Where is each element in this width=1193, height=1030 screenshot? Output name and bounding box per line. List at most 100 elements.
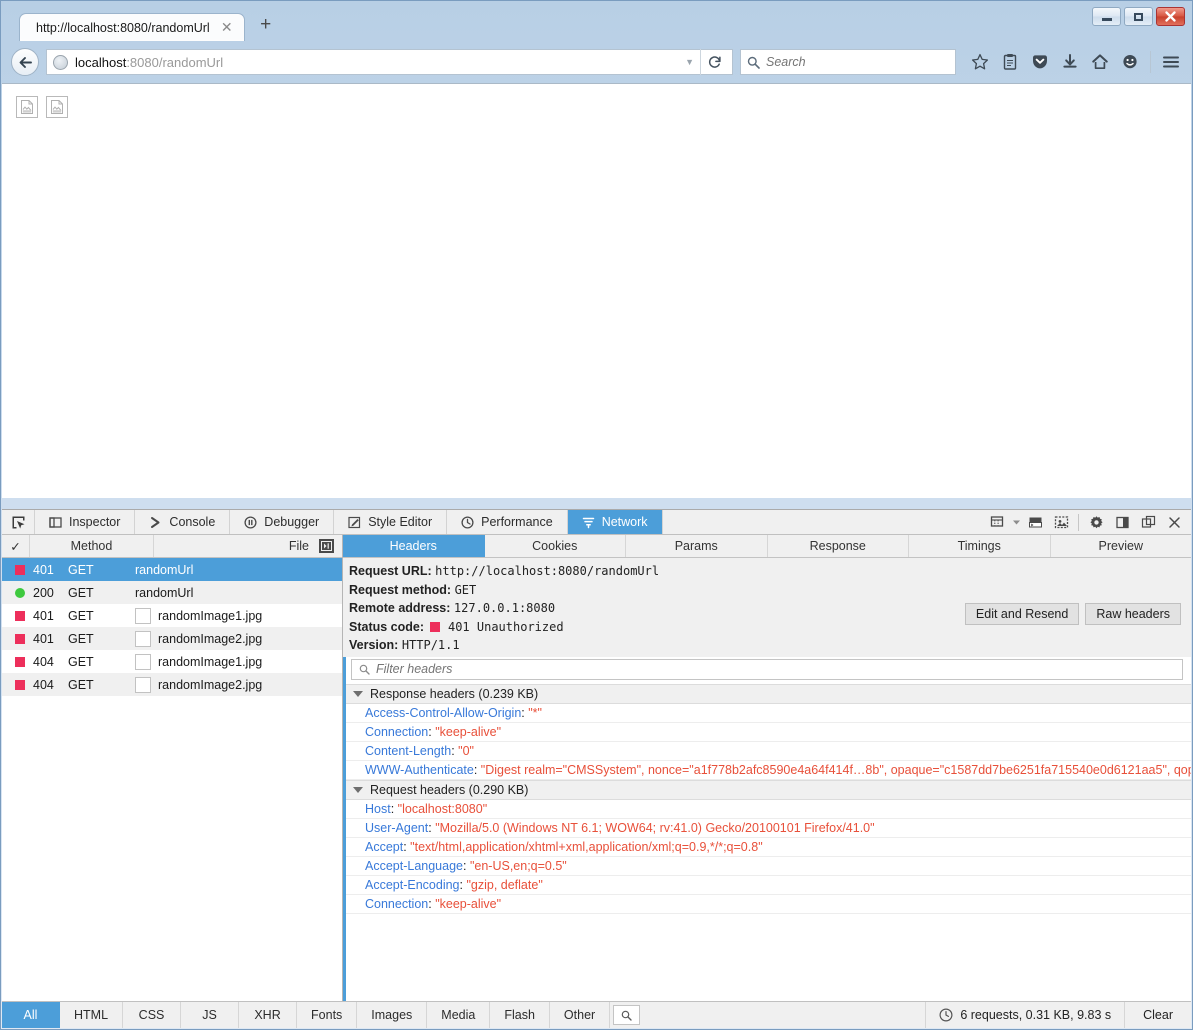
- settings-gear-icon[interactable]: [1083, 510, 1109, 534]
- request-file: randomUrl: [126, 586, 342, 600]
- request-details-panel: Headers Cookies Params Response Timings Previ…: [343, 535, 1191, 1001]
- url-bar[interactable]: localhost:8080/randomUrl ▼: [46, 49, 733, 75]
- column-header-method[interactable]: Method: [30, 535, 154, 557]
- responsive-design-mode-icon[interactable]: [984, 510, 1010, 534]
- back-button[interactable]: [11, 48, 39, 76]
- summary-request-url: Request URL: http://localhost:8080/rando…: [349, 562, 1191, 581]
- file-name: randomImage2.jpg: [158, 677, 263, 692]
- filter-button-images[interactable]: Images: [357, 1002, 428, 1028]
- filter-button-fonts[interactable]: Fonts: [297, 1002, 358, 1028]
- header-row: Connection: "keep-alive": [343, 895, 1191, 914]
- new-tab-button[interactable]: +: [255, 15, 277, 37]
- reader-list-icon[interactable]: [997, 48, 1023, 76]
- status-code: 401: [33, 562, 54, 577]
- browser-tab[interactable]: http://localhost:8080/randomUrl ✕: [19, 13, 245, 41]
- tab-inspector[interactable]: Inspector: [35, 510, 136, 534]
- browser-window: http://localhost:8080/randomUrl ✕ + loca…: [0, 0, 1193, 1030]
- filter-button-xhr[interactable]: XHR: [239, 1002, 298, 1028]
- column-options-icon[interactable]: [319, 539, 334, 553]
- url-dropdown-icon[interactable]: ▼: [679, 57, 700, 67]
- filter-button-other[interactable]: Other: [550, 1002, 611, 1028]
- screenshot-icon[interactable]: [1048, 510, 1074, 534]
- clear-button[interactable]: Clear: [1124, 1002, 1191, 1028]
- search-input[interactable]: [766, 55, 949, 69]
- request-file: randomImage1.jpg: [126, 607, 342, 624]
- split-console-icon[interactable]: [1022, 510, 1048, 534]
- window-controls: [1092, 7, 1185, 26]
- search-bar[interactable]: [740, 49, 956, 75]
- detail-tab-preview[interactable]: Preview: [1051, 535, 1192, 557]
- downloads-icon[interactable]: [1057, 48, 1083, 76]
- filter-button-media[interactable]: Media: [427, 1002, 491, 1028]
- dock-side-icon[interactable]: [1109, 510, 1135, 534]
- hamburger-menu-icon[interactable]: [1158, 48, 1184, 76]
- raw-headers-button[interactable]: Raw headers: [1085, 603, 1181, 625]
- column-header-check[interactable]: ✓: [2, 535, 30, 557]
- network-request-list[interactable]: 401 GET randomUrl 200 GET randomUrl 401 GET rand…: [2, 558, 342, 1001]
- search-icon: [359, 664, 370, 675]
- header-name: User-Agent: [365, 820, 429, 835]
- chevron-down-icon: [353, 786, 363, 793]
- detail-tab-timings[interactable]: Timings: [909, 535, 1051, 557]
- request-details-tab-list: Headers Cookies Params Response Timings Previ…: [343, 535, 1191, 558]
- detail-tab-cookies[interactable]: Cookies: [485, 535, 626, 557]
- close-devtools-icon[interactable]: [1161, 510, 1187, 534]
- broken-image-icon: [16, 96, 38, 118]
- status-error-swatch: [429, 621, 440, 632]
- close-window-button[interactable]: [1156, 7, 1185, 26]
- filter-headers-box[interactable]: [351, 658, 1183, 680]
- tab-network[interactable]: Network: [567, 510, 663, 534]
- header-row: Access-Control-Allow-Origin: "*": [343, 704, 1191, 723]
- maximize-button[interactable]: [1124, 7, 1153, 26]
- filter-button-flash[interactable]: Flash: [490, 1002, 550, 1028]
- detail-tab-headers[interactable]: Headers: [343, 535, 485, 557]
- minimize-button[interactable]: [1092, 7, 1121, 26]
- tab-performance[interactable]: Performance: [447, 510, 568, 534]
- request-method: GET: [68, 631, 94, 646]
- close-tab-icon[interactable]: ✕: [220, 20, 234, 35]
- request-row[interactable]: 401 GET randomImage1.jpg: [2, 604, 342, 627]
- node-picker-icon[interactable]: [2, 510, 35, 534]
- filter-button-js[interactable]: JS: [181, 1002, 240, 1028]
- request-status: 401 GET: [2, 563, 126, 577]
- request-headers-group-title[interactable]: Request headers (0.290 KB): [343, 779, 1191, 800]
- tab-label: Inspector: [69, 515, 121, 529]
- header-value: "localhost:8080": [397, 801, 488, 816]
- debugger-pause-icon: [244, 515, 257, 529]
- column-header-file[interactable]: File: [154, 535, 342, 557]
- tab-debugger[interactable]: Debugger: [230, 510, 335, 534]
- separate-window-icon[interactable]: [1135, 510, 1161, 534]
- tab-style-editor[interactable]: Style Editor: [334, 510, 448, 534]
- home-icon[interactable]: [1087, 48, 1113, 76]
- detail-tab-response[interactable]: Response: [768, 535, 909, 557]
- status-indicator-icon: [15, 656, 25, 667]
- bookmark-star-icon[interactable]: [967, 48, 993, 76]
- request-row[interactable]: 401 GET randomUrl: [2, 558, 342, 581]
- responsive-dropdown-icon[interactable]: [1010, 510, 1022, 534]
- tab-label: Performance: [481, 515, 553, 529]
- edit-and-resend-button[interactable]: Edit and Resend: [964, 603, 1080, 625]
- network-status-summary: 6 requests, 0.31 KB, 9.83 s: [925, 1002, 1124, 1028]
- tab-console[interactable]: Console: [135, 510, 231, 534]
- detail-tab-params[interactable]: Params: [626, 535, 768, 557]
- request-row[interactable]: 401 GET randomImage2.jpg: [2, 627, 342, 650]
- request-row[interactable]: 200 GET randomUrl: [2, 581, 342, 604]
- filter-search-button[interactable]: [613, 1005, 641, 1025]
- request-row[interactable]: 404 GET randomImage2.jpg: [2, 673, 342, 696]
- request-row[interactable]: 404 GET randomImage1.jpg: [2, 650, 342, 673]
- filter-headers-input[interactable]: [376, 662, 1175, 677]
- filter-button-css[interactable]: CSS: [123, 1002, 182, 1028]
- request-file: randomUrl: [126, 563, 342, 577]
- pocket-icon[interactable]: [1027, 48, 1053, 76]
- devtools-tab-list: Inspector Console Debugger Style Editor …: [35, 510, 663, 534]
- column-header-file-label: File: [288, 539, 309, 553]
- file-thumbnail-icon: [135, 630, 151, 647]
- response-headers-group-title[interactable]: Response headers (0.239 KB): [343, 683, 1191, 704]
- reload-button[interactable]: [700, 49, 728, 75]
- filter-button-html[interactable]: HTML: [60, 1002, 124, 1028]
- file-thumbnail-icon: [135, 676, 151, 693]
- tab-title: http://localhost:8080/randomUrl: [36, 20, 210, 35]
- hello-chat-icon[interactable]: [1117, 48, 1143, 76]
- filter-button-all[interactable]: All: [2, 1002, 60, 1028]
- request-status: 401 GET: [2, 632, 126, 646]
